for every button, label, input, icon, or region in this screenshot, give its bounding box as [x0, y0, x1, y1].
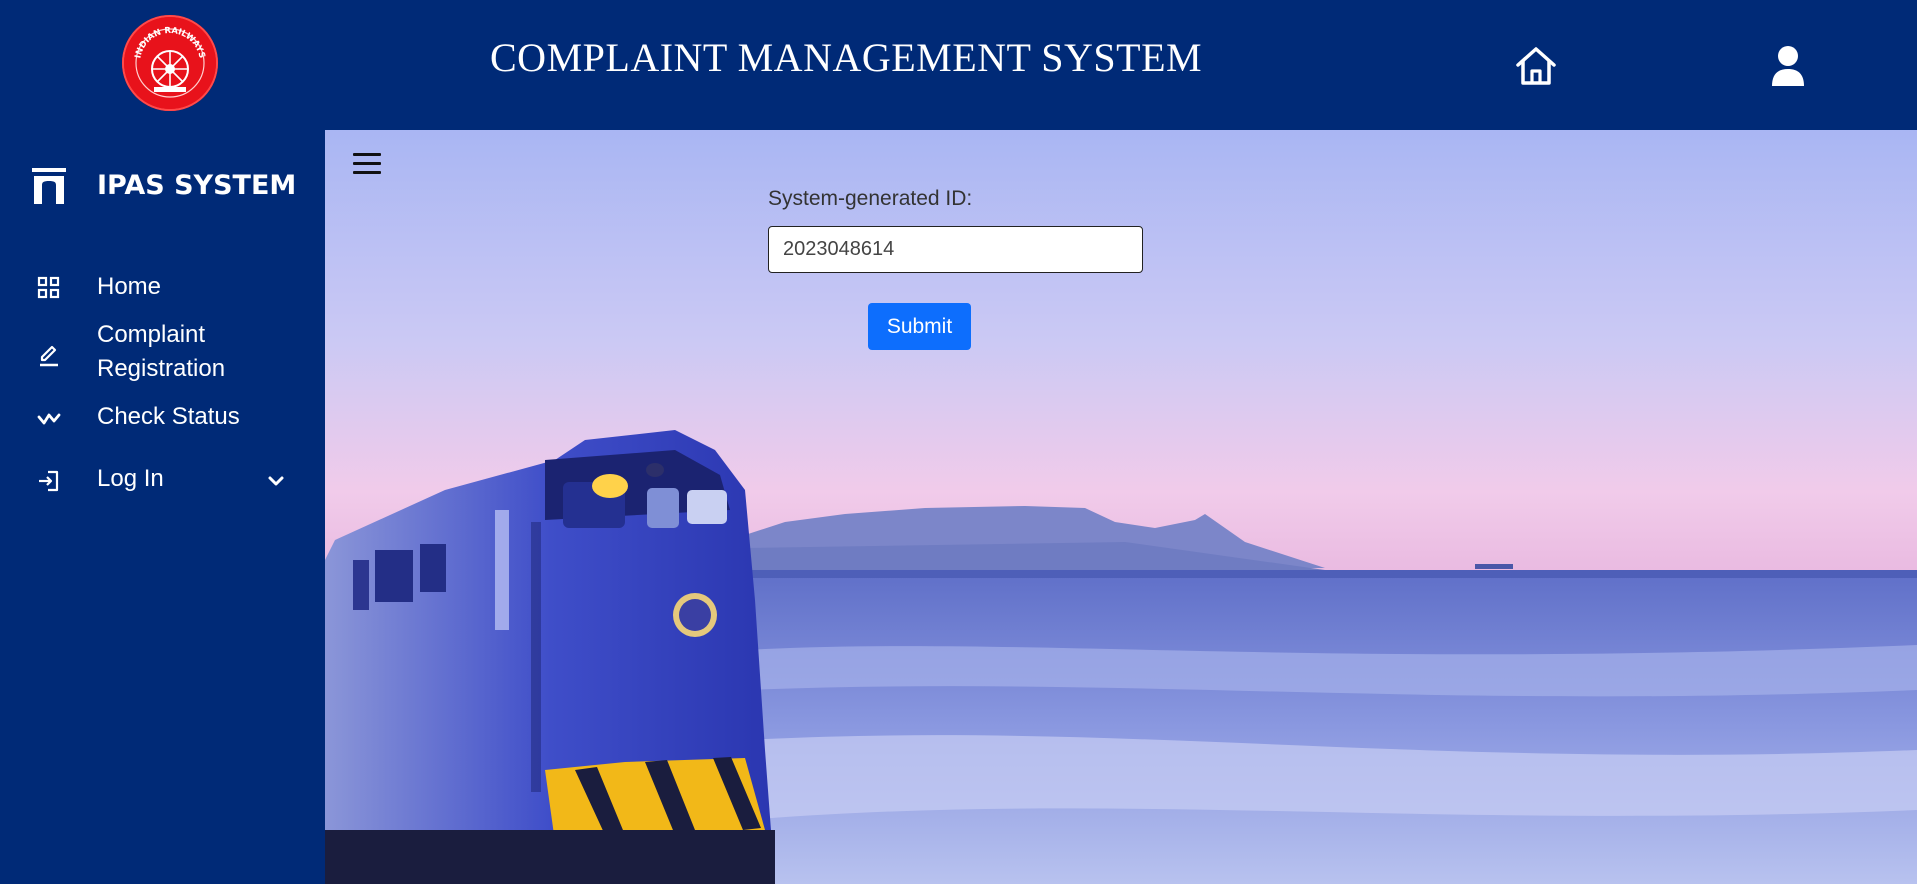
- sidebar-item-complaint-registration[interactable]: Complaint Registration: [0, 318, 325, 388]
- sidebar: IPAS SYSTEM Home Complaint Registration: [0, 130, 325, 884]
- user-icon[interactable]: [1766, 44, 1810, 88]
- arch-icon: [32, 168, 66, 204]
- sidebar-item-label: Log In: [97, 465, 164, 492]
- system-id-input[interactable]: [768, 226, 1143, 273]
- top-header: INDIAN RAILWAYS COMPLAINT MANAGEMENT SYS…: [0, 0, 1917, 130]
- home-icon[interactable]: [1514, 44, 1558, 88]
- activity-icon: [36, 406, 62, 432]
- pencil-icon: [36, 342, 62, 368]
- system-id-label: System-generated ID:: [768, 187, 973, 210]
- sidebar-item-label: Registration: [97, 355, 226, 382]
- indian-railways-logo: INDIAN RAILWAYS: [122, 15, 218, 111]
- sidebar-item-label: Complaint: [97, 321, 206, 348]
- submit-button[interactable]: Submit: [868, 303, 971, 350]
- sidebar-item-check-status[interactable]: Check Status: [0, 400, 325, 436]
- sidebar-item-log-in[interactable]: Log In: [0, 462, 325, 498]
- sidebar-item-label: Home: [97, 273, 162, 300]
- sidebar-brand[interactable]: IPAS SYSTEM: [32, 166, 296, 206]
- sidebar-item-label: Check Status: [97, 403, 240, 430]
- app-title: COMPLAINT MANAGEMENT SYSTEM: [490, 35, 1203, 80]
- login-icon: [36, 468, 62, 494]
- chevron-down-icon[interactable]: [266, 471, 286, 491]
- sidebar-item-home[interactable]: Home: [0, 270, 325, 306]
- brand-title: IPAS SYSTEM: [97, 170, 297, 201]
- main-content: System-generated ID: Submit: [325, 130, 1917, 884]
- hamburger-icon[interactable]: [351, 150, 383, 178]
- grid-icon: [36, 275, 62, 301]
